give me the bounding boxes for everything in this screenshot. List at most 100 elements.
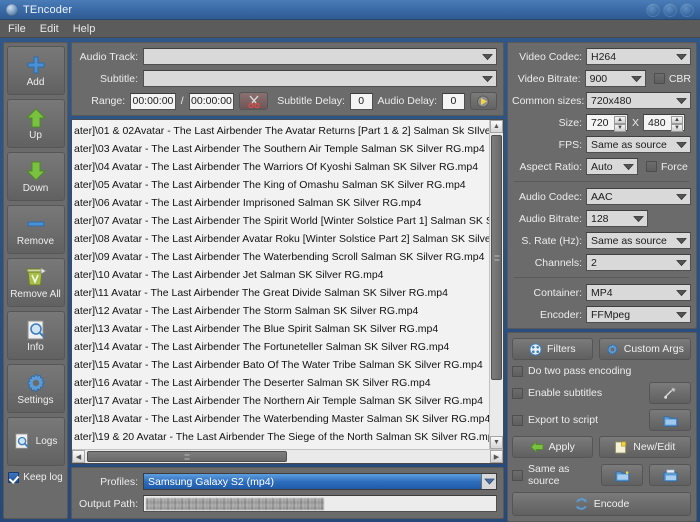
video-bitrate-select[interactable]: 900 <box>585 70 646 87</box>
file-list-item[interactable]: ater]\04 Avatar - The Last Airbender The… <box>72 158 503 176</box>
minimize-button[interactable] <box>646 3 660 17</box>
file-list-item[interactable]: ater]\08 Avatar - The Last Airbender Ava… <box>72 230 503 248</box>
maximize-button[interactable] <box>663 3 677 17</box>
video-codec-value: H264 <box>591 51 616 63</box>
browse-output-folder-button[interactable] <box>601 464 643 486</box>
file-list-item[interactable]: ater]\19 & 20 Avatar - The Last Airbende… <box>72 428 503 446</box>
trash-icon <box>24 266 48 288</box>
chevron-down-icon[interactable] <box>481 474 496 489</box>
range-row: Range: 00:00:00 / 00:00:00 Subt <box>76 92 497 110</box>
scroll-left-icon[interactable]: ◀ <box>72 450 85 463</box>
file-list-item[interactable]: ater]\09 Avatar - The Last Airbender The… <box>72 248 503 266</box>
range-end-input[interactable]: 00:00:00 <box>189 93 235 110</box>
remove-button[interactable]: Remove <box>7 205 65 254</box>
arrow-up-icon <box>25 107 47 129</box>
file-list-vertical-scrollbar[interactable]: ▲ ▼ <box>489 120 503 449</box>
file-list-item[interactable]: ater]\16 Avatar - The Last Airbender The… <box>72 374 503 392</box>
close-button[interactable] <box>680 3 694 17</box>
enable-subtitles-row[interactable]: Enable subtitles <box>512 382 691 404</box>
menu-help[interactable]: Help <box>73 23 96 35</box>
file-list-item[interactable]: ater]\18 Avatar - The Last Airbender The… <box>72 410 503 428</box>
range-start-input[interactable]: 00:00:00 <box>130 93 176 110</box>
container-select[interactable]: MP4 <box>586 284 691 301</box>
filters-button[interactable]: Filters <box>512 338 593 360</box>
aspect-ratio-select[interactable]: Auto <box>586 158 638 175</box>
file-list[interactable]: ater]\01 & 02Avatar - The Last Airbender… <box>71 119 504 464</box>
horizontal-scroll-thumb[interactable] <box>87 451 287 462</box>
common-sizes-select[interactable]: 720x480 <box>586 92 691 109</box>
remove-all-button[interactable]: Remove All <box>7 258 65 307</box>
file-list-item[interactable]: ater]\17 Avatar - The Last Airbender The… <box>72 392 503 410</box>
range-separator: / <box>181 95 184 107</box>
scroll-down-icon[interactable]: ▼ <box>490 436 503 449</box>
apply-button[interactable]: Apply <box>512 436 593 458</box>
file-list-item[interactable]: ater]\03 Avatar - The Last Airbender The… <box>72 140 503 158</box>
up-button[interactable]: Up <box>7 99 65 148</box>
file-list-item[interactable]: ater]\11 Avatar - The Last Airbender The… <box>72 284 503 302</box>
video-codec-select[interactable]: H264 <box>586 48 691 65</box>
logs-button[interactable]: Logs <box>7 417 65 466</box>
encode-button[interactable]: Encode <box>512 492 691 516</box>
export-to-script-checkbox[interactable] <box>512 415 523 426</box>
audio-bitrate-select[interactable]: 128 <box>586 210 648 227</box>
chevron-down-icon <box>676 309 687 320</box>
output-path-input[interactable] <box>143 495 497 512</box>
stepper-arrows-icon[interactable]: ▲▼ <box>671 116 683 129</box>
cut-button[interactable] <box>239 92 268 110</box>
size-height-value: 480 <box>648 117 666 129</box>
range-label: Range: <box>76 95 125 107</box>
subtitle-delay-input[interactable]: 0 <box>350 93 373 110</box>
sample-rate-select[interactable]: Same as source <box>586 232 691 249</box>
profiles-select[interactable]: Samsung Galaxy S2 (mp4) <box>143 473 497 490</box>
size-height-stepper[interactable]: 480 ▲▼ <box>643 114 685 131</box>
force-checkbox[interactable] <box>646 161 657 172</box>
keep-log-row[interactable]: Keep log <box>8 472 62 483</box>
export-to-script-row[interactable]: Export to script <box>512 409 691 431</box>
vertical-scroll-thumb[interactable] <box>491 135 502 380</box>
enable-subtitles-checkbox[interactable] <box>512 388 523 399</box>
same-as-source-label: Same as source <box>528 463 596 487</box>
keep-log-checkbox[interactable] <box>8 472 19 483</box>
file-list-item[interactable]: ater]\07 Avatar - The Last Airbender The… <box>72 212 503 230</box>
menu-file[interactable]: File <box>8 23 26 35</box>
export-folder-button[interactable] <box>649 409 691 431</box>
two-pass-checkbox[interactable] <box>512 366 523 377</box>
subtitle-select[interactable] <box>143 70 497 87</box>
file-list-item[interactable]: ater]\14 Avatar - The Last Airbender The… <box>72 338 503 356</box>
down-button[interactable]: Down <box>7 152 65 201</box>
file-list-item[interactable]: ater]\05 Avatar - The Last Airbender The… <box>72 176 503 194</box>
encode-label: Encode <box>594 498 630 510</box>
file-list-item[interactable]: ater]\15 Avatar - The Last Airbender Bat… <box>72 356 503 374</box>
file-list-item[interactable]: ater]\12 Avatar - The Last Airbender The… <box>72 302 503 320</box>
scroll-right-icon[interactable]: ▶ <box>490 450 503 463</box>
open-output-folder-button[interactable] <box>649 464 691 486</box>
audio-codec-select[interactable]: AAC <box>586 188 691 205</box>
size-width-stepper[interactable]: 720 ▲▼ <box>586 114 628 131</box>
two-pass-row[interactable]: Do two pass encoding <box>512 365 691 377</box>
note-icon <box>614 441 628 454</box>
file-list-item[interactable]: ater]\10 Avatar - The Last Airbender Jet… <box>72 266 503 284</box>
plus-icon <box>25 54 47 76</box>
same-as-source-row[interactable]: Same as source <box>512 463 691 487</box>
add-button[interactable]: Add <box>7 46 65 95</box>
encoder-select[interactable]: FFMpeg <box>586 306 691 323</box>
file-list-item[interactable]: ater]\06 Avatar - The Last Airbender Imp… <box>72 194 503 212</box>
stepper-arrows-icon[interactable]: ▲▼ <box>614 116 626 129</box>
settings-button[interactable]: Settings <box>7 364 65 413</box>
same-as-source-checkbox[interactable] <box>512 470 523 481</box>
audio-delay-input[interactable]: 0 <box>442 93 465 110</box>
file-list-horizontal-scrollbar[interactable]: ◀ ▶ <box>72 449 503 463</box>
custom-args-button[interactable]: Custom Args <box>599 338 691 360</box>
file-list-item[interactable]: ater]\01 & 02Avatar - The Last Airbender… <box>72 122 503 140</box>
fps-select[interactable]: Same as source <box>586 136 691 153</box>
audio-track-select[interactable] <box>143 48 497 65</box>
file-list-item[interactable]: ater]\13 Avatar - The Last Airbender The… <box>72 320 503 338</box>
new-edit-button[interactable]: New/Edit <box>599 436 691 458</box>
info-button[interactable]: Info <box>7 311 65 360</box>
cbr-checkbox[interactable] <box>654 73 665 84</box>
subtitle-tools-button[interactable] <box>649 382 691 404</box>
preview-button[interactable] <box>470 92 497 110</box>
scroll-up-icon[interactable]: ▲ <box>490 120 503 133</box>
menu-edit[interactable]: Edit <box>40 23 59 35</box>
channels-select[interactable]: 2 <box>586 254 691 271</box>
